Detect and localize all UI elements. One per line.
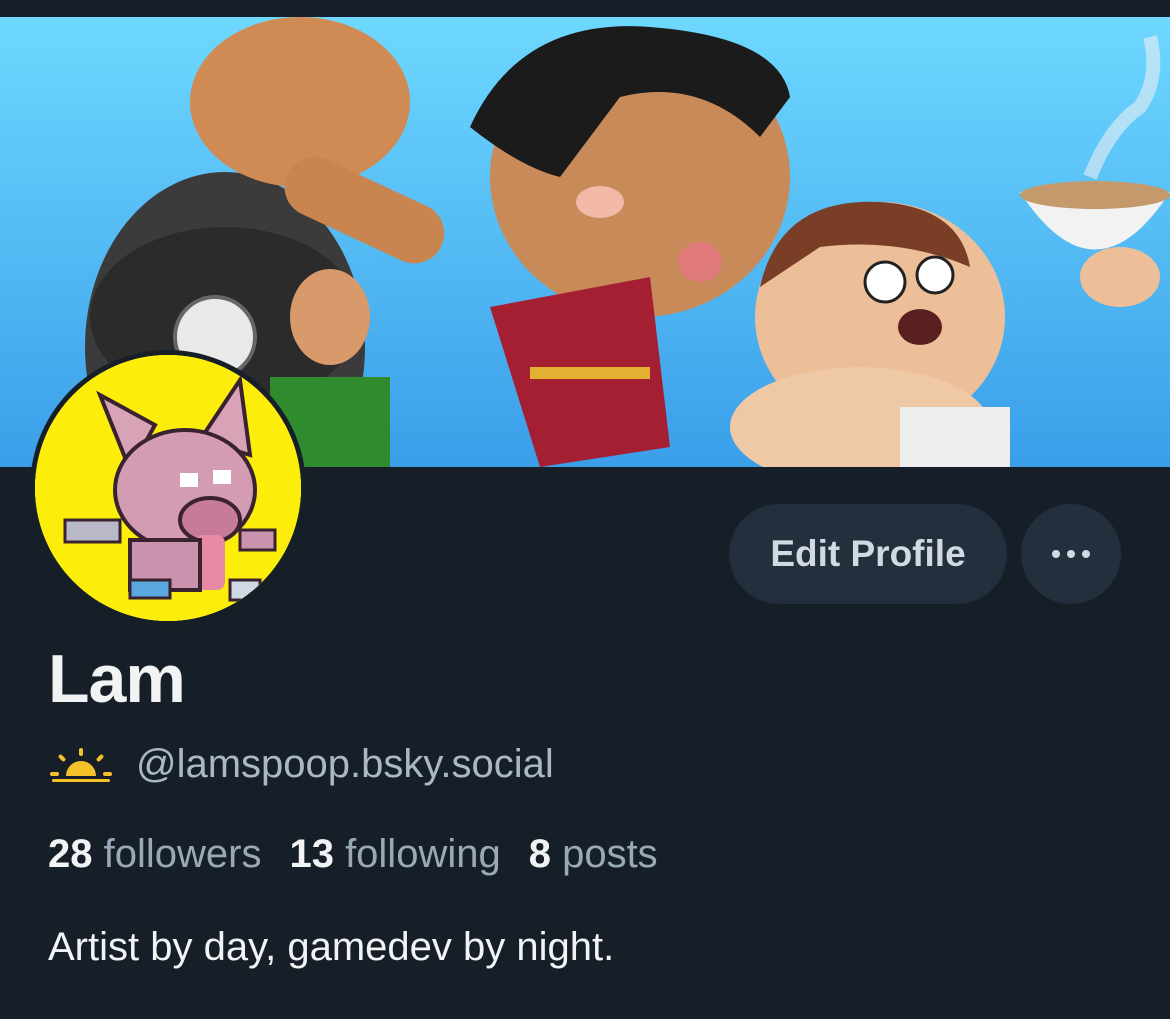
followers-count: 28 bbox=[48, 832, 104, 876]
ellipsis-icon bbox=[1052, 550, 1060, 558]
display-name: Lam bbox=[48, 641, 186, 717]
followers-label: followers bbox=[103, 832, 262, 876]
following-stat[interactable]: 13 following bbox=[289, 832, 500, 877]
posts-count: 8 bbox=[528, 832, 563, 876]
edit-profile-button[interactable]: Edit Profile bbox=[729, 504, 1007, 604]
handle-row: @lamspoop.bsky.social bbox=[50, 742, 554, 787]
posts-stat: 8 posts bbox=[529, 832, 658, 877]
avatar-image bbox=[35, 355, 301, 621]
profile-stats: 28 followers 13 following 8 posts bbox=[48, 832, 658, 877]
posts-label: posts bbox=[562, 832, 658, 876]
status-bar-strip bbox=[0, 0, 1170, 17]
avatar[interactable] bbox=[30, 350, 306, 626]
sunrise-icon bbox=[50, 747, 112, 782]
ellipsis-icon-dot bbox=[1067, 550, 1075, 558]
handle[interactable]: @lamspoop.bsky.social bbox=[136, 742, 554, 787]
more-options-button[interactable] bbox=[1021, 504, 1121, 604]
following-label: following bbox=[345, 832, 501, 876]
followers-stat[interactable]: 28 followers bbox=[48, 832, 261, 877]
profile-bio: Artist by day, gamedev by night. bbox=[48, 925, 615, 969]
ellipsis-icon-dot bbox=[1082, 550, 1090, 558]
following-count: 13 bbox=[289, 832, 346, 876]
pixel-pig-icon bbox=[35, 355, 301, 621]
